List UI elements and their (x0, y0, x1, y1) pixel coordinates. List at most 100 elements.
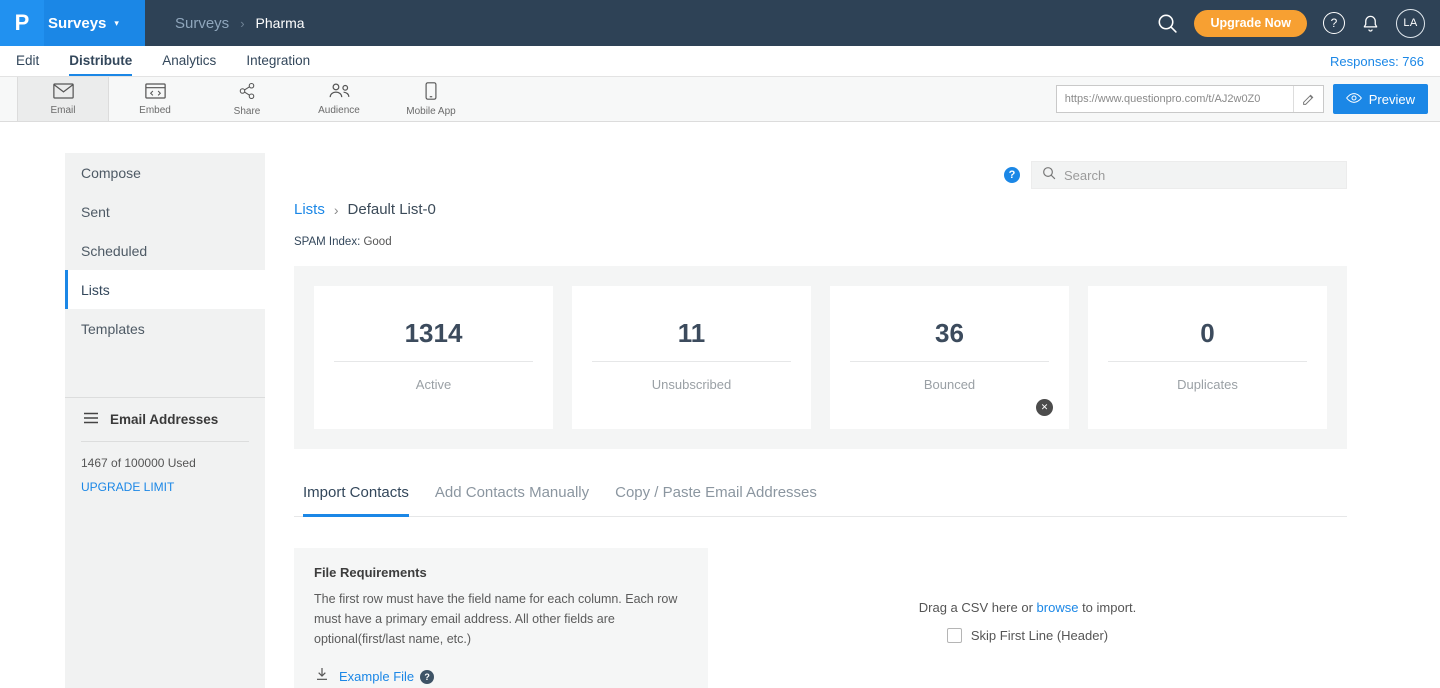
stat-card-active[interactable]: 1314 Active (314, 286, 553, 429)
main-top-row: ? (294, 161, 1347, 189)
toolbar-item-audience[interactable]: Audience (293, 77, 385, 121)
sidebar-item-templates[interactable]: Templates (65, 309, 265, 348)
toolbar-item-label: Audience (318, 105, 360, 116)
list-stats-panel: 1314 Active 11 Unsubscribed 36 Bounced ✕… (294, 266, 1347, 449)
edit-url-pencil-icon[interactable] (1293, 86, 1323, 112)
breadcrumb-surveys-link[interactable]: Surveys (175, 15, 229, 32)
header-breadcrumb: Surveys › Pharma (175, 15, 305, 32)
survey-url-input[interactable] (1057, 93, 1293, 105)
clear-bounced-icon[interactable]: ✕ (1036, 399, 1053, 416)
search-input[interactable] (1064, 168, 1336, 183)
email-addresses-header: Email Addresses (65, 398, 265, 441)
skip-first-line-label: Skip First Line (Header) (971, 628, 1108, 643)
toolbar-item-label: Share (234, 106, 261, 117)
chevron-down-icon: ▾ (114, 18, 119, 29)
list-lines-icon (83, 412, 99, 427)
product-switcher[interactable]: P Surveys ▾ (0, 0, 145, 46)
drop-instruction: Drag a CSV here or browse to import. (919, 600, 1137, 615)
stat-value: 11 (678, 318, 706, 349)
email-addresses-title: Email Addresses (110, 412, 218, 427)
lists-breadcrumb: Lists › Default List-0 (294, 201, 1347, 218)
toolbar-right: Preview (1056, 77, 1440, 121)
tab-import-contacts[interactable]: Import Contacts (303, 484, 409, 517)
email-sidebar: Compose Sent Scheduled Lists Templates E… (65, 153, 265, 688)
spam-index-line: SPAM Index: Good (294, 236, 1347, 248)
sidebar-item-sent[interactable]: Sent (65, 192, 265, 231)
breadcrumb-separator: › (334, 202, 339, 218)
audience-icon (328, 82, 351, 102)
toolbar-item-share[interactable]: Share (201, 77, 293, 121)
example-file-row: Example File ? (314, 666, 688, 687)
skip-first-line-row: Skip First Line (Header) (947, 628, 1108, 643)
notifications-bell-icon[interactable] (1361, 14, 1380, 33)
page-content: Compose Sent Scheduled Lists Templates E… (0, 122, 1440, 688)
lists-main-panel: ? Lists › Default List-0 SPAM Index: Goo… (265, 122, 1375, 688)
preview-button[interactable]: Preview (1333, 84, 1428, 114)
sidebar-divider (81, 441, 249, 442)
survey-nav-tabs: Edit Distribute Analytics Integration Re… (0, 46, 1440, 76)
search-icon (1042, 166, 1056, 185)
tab-edit[interactable]: Edit (16, 46, 39, 76)
stat-value: 1314 (405, 318, 463, 349)
breadcrumb-separator: › (240, 16, 244, 31)
share-icon (238, 82, 256, 103)
contacts-tabs: Import Contacts Add Contacts Manually Co… (294, 484, 1347, 517)
tab-add-contacts-manually[interactable]: Add Contacts Manually (435, 484, 589, 517)
toolbar-item-label: Email (50, 105, 75, 116)
breadcrumb-current-survey: Pharma (256, 15, 305, 31)
sidebar-item-compose[interactable]: Compose (65, 153, 265, 192)
tab-copy-paste-email-addresses[interactable]: Copy / Paste Email Addresses (615, 484, 817, 517)
csv-drop-zone[interactable]: Drag a CSV here or browse to import. Ski… (708, 548, 1347, 688)
product-label: Surveys (48, 15, 106, 32)
embed-icon (145, 83, 166, 102)
help-icon[interactable]: ? (1323, 12, 1345, 34)
stat-card-unsubscribed[interactable]: 11 Unsubscribed (572, 286, 811, 429)
browse-link[interactable]: browse (1037, 600, 1079, 615)
stat-card-bounced[interactable]: 36 Bounced ✕ (830, 286, 1069, 429)
email-icon (53, 83, 74, 102)
spam-index-label: SPAM Index: (294, 236, 360, 248)
stat-divider (850, 361, 1049, 362)
eye-icon (1346, 92, 1362, 107)
import-section: File Requirements The first row must hav… (294, 548, 1347, 688)
toolbar-item-email[interactable]: Email (17, 77, 109, 121)
mobile-phone-icon (425, 82, 437, 103)
help-question-icon[interactable]: ? (1004, 167, 1020, 183)
survey-url-field (1056, 85, 1324, 113)
responses-count: Responses: 766 (1330, 46, 1440, 76)
stat-divider (592, 361, 791, 362)
tab-integration[interactable]: Integration (246, 46, 310, 76)
file-requirements-body: The first row must have the field name f… (314, 590, 682, 649)
search-icon[interactable] (1157, 13, 1178, 34)
stat-divider (1108, 361, 1307, 362)
download-icon (314, 666, 330, 687)
toolbar-item-mobile-app[interactable]: Mobile App (385, 77, 477, 121)
example-file-help-icon[interactable]: ? (420, 670, 434, 684)
header-actions: Upgrade Now ? LA (1157, 9, 1440, 38)
distribute-toolbar: Email Embed Share Audience Mobile App (0, 76, 1440, 122)
stat-card-duplicates[interactable]: 0 Duplicates (1088, 286, 1327, 429)
user-avatar[interactable]: LA (1396, 9, 1425, 38)
tab-distribute[interactable]: Distribute (69, 46, 132, 76)
questionpro-logo: P (0, 0, 44, 46)
upgrade-limit-link[interactable]: UPGRADE LIMIT (81, 480, 249, 494)
usage-text: 1467 of 100000 Used (81, 456, 249, 470)
tab-analytics[interactable]: Analytics (162, 46, 216, 76)
stat-label: Bounced (924, 377, 975, 392)
skip-first-line-checkbox[interactable] (947, 628, 962, 643)
stat-label: Active (416, 377, 451, 392)
example-file-link[interactable]: Example File (339, 669, 414, 684)
sidebar-item-lists[interactable]: Lists (65, 270, 265, 309)
preview-label: Preview (1369, 92, 1415, 107)
sidebar-item-scheduled[interactable]: Scheduled (65, 231, 265, 270)
stat-label: Duplicates (1177, 377, 1238, 392)
breadcrumb-lists-link[interactable]: Lists (294, 201, 325, 218)
file-requirements-box: File Requirements The first row must hav… (294, 548, 708, 688)
toolbar-item-embed[interactable]: Embed (109, 77, 201, 121)
spam-index-value: Good (363, 236, 391, 248)
upgrade-now-button[interactable]: Upgrade Now (1194, 10, 1307, 37)
file-requirements-title: File Requirements (314, 565, 688, 580)
stat-divider (334, 361, 533, 362)
stat-value: 36 (935, 318, 964, 349)
contacts-search-box (1031, 161, 1347, 189)
